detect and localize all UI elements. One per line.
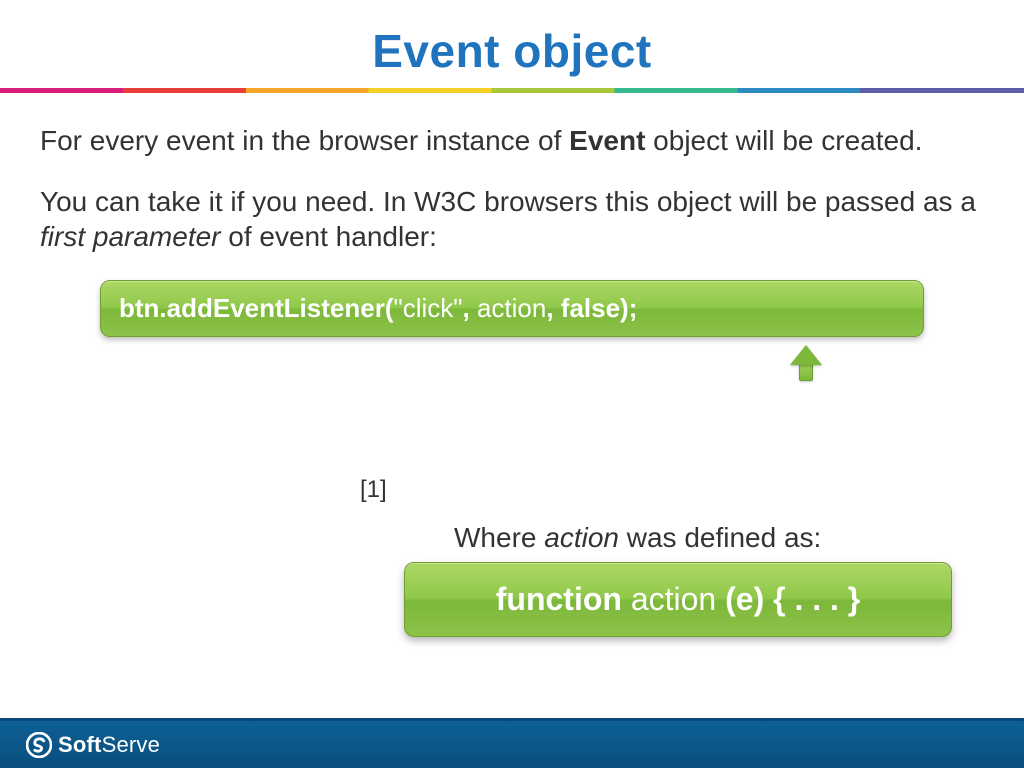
content-area: For every event in the browser instance … [0,93,1024,393]
code-text: (e) { . . . } [725,581,860,617]
reference-marker: [1] [360,476,387,504]
text: Where [454,522,544,553]
arrow-row [40,345,984,393]
softserve-s-icon [26,732,52,758]
paragraph-2: You can take it if you need. In W3C brow… [40,184,984,254]
code-box-listener: btn.addEventListener("click", action, fa… [100,280,924,337]
text: of event handler: [221,221,437,252]
paragraph-1: For every event in the browser instance … [40,123,984,158]
code-text: function [496,581,622,617]
code-text: , [546,293,560,323]
text: was defined as: [619,522,821,553]
footer-bar: SoftServe [0,718,1024,768]
brand-logo: SoftServe [26,732,160,758]
text: You can take it if you need. In W3C brow… [40,186,976,217]
brand-soft: Soft [58,732,102,757]
code-box-function: function action (e) { . . . } [404,562,952,637]
brand-serve: Serve [102,732,160,757]
text: object will be created. [645,125,922,156]
where-defined-text: Where action was defined as: [454,522,821,554]
code-text: btn.addEventListener( [119,293,393,323]
slide-title: Event object [0,0,1024,88]
italic-first-parameter: first parameter [40,221,221,252]
code-text: "click" [393,293,462,323]
arrow-up-icon [790,345,822,385]
code-text: , [463,293,477,323]
slide: Event object For every event in the brow… [0,0,1024,768]
brand-text: SoftServe [58,732,160,758]
code-text: action [622,581,725,617]
code-text: false); [561,293,638,323]
text: For every event in the browser instance … [40,125,569,156]
italic-action: action [544,522,619,553]
bold-event: Event [569,125,645,156]
code-text: action [477,293,546,323]
